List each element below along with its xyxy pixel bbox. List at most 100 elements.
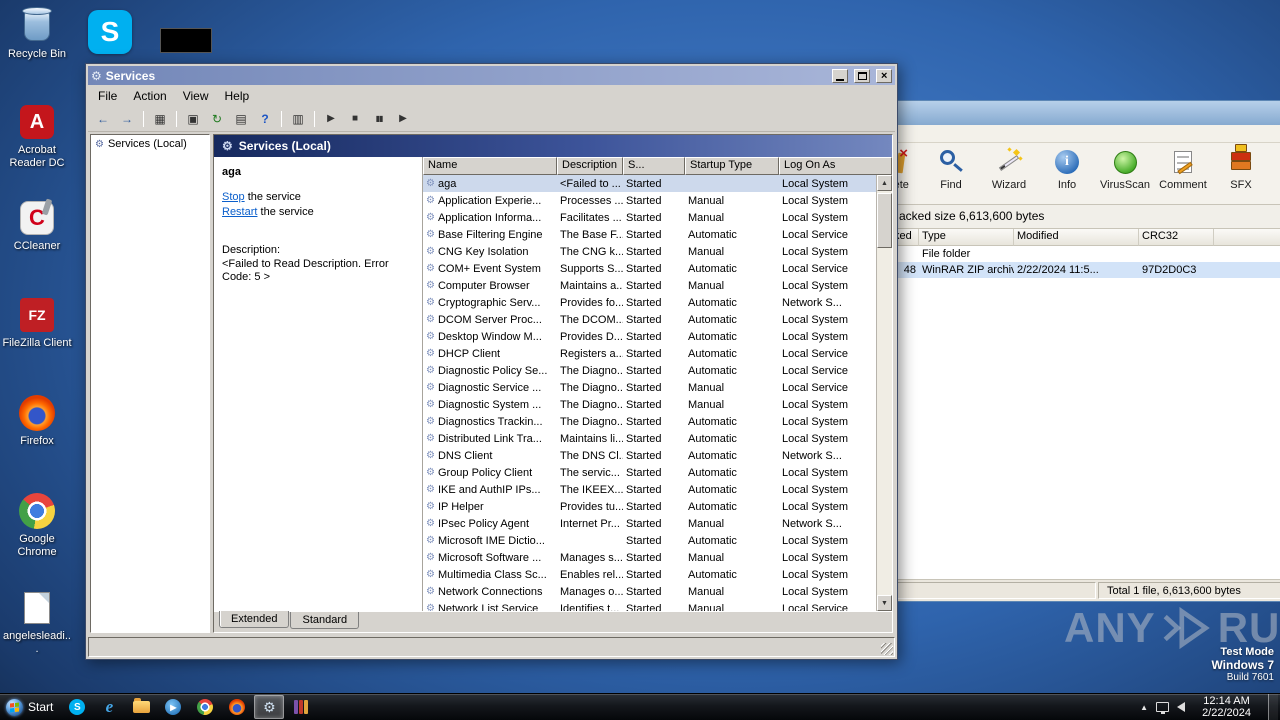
start-button[interactable]: Start: [0, 694, 61, 720]
help-icon[interactable]: ?: [254, 109, 276, 129]
winrar-total-label: Total 1 file, 6,613,600 bytes: [1098, 582, 1280, 599]
export-list-icon[interactable]: ▤: [230, 109, 252, 129]
service-row[interactable]: Microsoft Software ... Manages s... Star…: [423, 549, 876, 566]
scroll-down-icon[interactable]: ▼: [877, 595, 892, 611]
service-row[interactable]: Cryptographic Serv... Provides fo... Sta…: [423, 294, 876, 311]
forward-icon[interactable]: →: [116, 109, 138, 129]
column-crc32[interactable]: CRC32: [1139, 229, 1214, 246]
vertical-scrollbar[interactable]: ▲ ▼: [876, 175, 892, 611]
restart-service-icon[interactable]: ▶: [392, 109, 414, 129]
service-row[interactable]: Application Informa... Facilitates ... S…: [423, 209, 876, 226]
hidden-icons-chevron[interactable]: ▲: [1140, 703, 1148, 712]
close-button[interactable]: ×: [876, 68, 892, 83]
comment-button[interactable]: Comment: [1154, 143, 1212, 204]
console-window[interactable]: [160, 28, 212, 53]
find-button[interactable]: Find: [922, 143, 980, 204]
service-row[interactable]: Diagnostic Policy Se... The Diagno... St…: [423, 362, 876, 379]
service-row[interactable]: Computer Browser Maintains a... Started …: [423, 277, 876, 294]
column-name[interactable]: Name: [423, 157, 557, 175]
service-row[interactable]: DHCP Client Registers a... Started Autom…: [423, 345, 876, 362]
services-titlebar[interactable]: ⚙ Services ×: [88, 66, 895, 85]
service-row[interactable]: Network List Service Identifies t... Sta…: [423, 600, 876, 612]
taskbar-firefox-icon[interactable]: [222, 695, 252, 719]
desktop-icon-ccleaner[interactable]: C CCleaner: [2, 198, 72, 253]
scroll-up-icon[interactable]: ▲: [877, 175, 892, 191]
restart-service-link[interactable]: Restart: [222, 206, 257, 218]
service-row[interactable]: IP Helper Provides tu... Started Automat…: [423, 498, 876, 515]
tab-standard[interactable]: Standard: [290, 612, 360, 629]
desktop-icon-recycle-bin[interactable]: Recycle Bin: [2, 6, 72, 61]
service-row[interactable]: Base Filtering Engine The Base F... Star…: [423, 226, 876, 243]
column-status[interactable]: S...: [623, 157, 685, 175]
desktop-icon-chrome[interactable]: Google Chrome: [2, 491, 72, 559]
desktop-icon-acrobat[interactable]: A Acrobat Reader DC: [2, 102, 72, 170]
start-service-icon[interactable]: ▶: [320, 109, 342, 129]
service-row[interactable]: Microsoft IME Dictio... Started Automati…: [423, 532, 876, 549]
show-desktop-button[interactable]: [1268, 694, 1278, 720]
wizard-button[interactable]: Wizard: [980, 143, 1038, 204]
service-row[interactable]: Multimedia Class Sc... Enables rel... St…: [423, 566, 876, 583]
skype-icon[interactable]: S: [88, 10, 132, 54]
tree-item-services-local[interactable]: ⚙ Services (Local): [91, 135, 209, 153]
service-row[interactable]: Group Policy Client The servic... Starte…: [423, 464, 876, 481]
service-row[interactable]: aga <Failed to ... Started Local System: [423, 175, 876, 192]
taskbar-skype-icon[interactable]: S: [62, 695, 92, 719]
service-status: Started: [626, 296, 662, 309]
desktop-icon-firefox[interactable]: Firefox: [2, 393, 72, 448]
taskbar-services-icon[interactable]: ⚙: [254, 695, 285, 719]
back-icon[interactable]: ←: [92, 109, 114, 129]
pause-service-icon[interactable]: ▮▮: [368, 109, 390, 129]
properties-icon[interactable]: ▣: [182, 109, 204, 129]
menu-help[interactable]: Help: [217, 86, 258, 106]
service-row[interactable]: DNS Client The DNS Cl... Started Automat…: [423, 447, 876, 464]
taskbar-clock[interactable]: 12:14 AM 2/22/2024: [1193, 695, 1260, 719]
sfx-button[interactable]: SFX: [1212, 143, 1270, 204]
column-log-on-as[interactable]: Log On As: [779, 157, 892, 175]
service-row[interactable]: Diagnostic System ... The Diagno... Star…: [423, 396, 876, 413]
tab-extended[interactable]: Extended: [219, 611, 290, 628]
service-row[interactable]: Network Connections Manages o... Started…: [423, 583, 876, 600]
service-row[interactable]: Diagnostics Trackin... The Diagno... Sta…: [423, 413, 876, 430]
service-row[interactable]: IKE and AuthIP IPs... The IKEEX... Start…: [423, 481, 876, 498]
extended-view-icon[interactable]: ▥: [287, 109, 309, 129]
minimize-button[interactable]: [832, 68, 848, 83]
column-description[interactable]: Description: [557, 157, 623, 175]
service-row[interactable]: Distributed Link Tra... Maintains li... …: [423, 430, 876, 447]
stop-service-icon[interactable]: ■: [344, 109, 366, 129]
volume-icon[interactable]: [1177, 702, 1186, 712]
service-row[interactable]: Desktop Window M... Provides D... Starte…: [423, 328, 876, 345]
service-row[interactable]: Application Experie... Processes ... Sta…: [423, 192, 876, 209]
menu-view[interactable]: View: [175, 86, 217, 106]
network-icon[interactable]: [1156, 702, 1170, 714]
column-startup-type[interactable]: Startup Type: [685, 157, 779, 175]
virusscan-button[interactable]: VirusScan: [1096, 143, 1154, 204]
service-row[interactable]: DCOM Server Proc... The DCOM... Started …: [423, 311, 876, 328]
refresh-icon[interactable]: ↻: [206, 109, 228, 129]
taskbar-winrar-icon[interactable]: [286, 695, 316, 719]
resize-grip[interactable]: [881, 643, 893, 655]
service-status: Started: [626, 177, 662, 190]
service-description: Identifies t...: [560, 602, 620, 612]
taskbar-explorer-icon[interactable]: [126, 695, 156, 719]
desktop-icon-document[interactable]: angelesleadi...: [2, 588, 72, 656]
stop-service-link[interactable]: Stop: [222, 191, 245, 203]
service-row[interactable]: Diagnostic Service ... The Diagno... Sta…: [423, 379, 876, 396]
service-row[interactable]: IPsec Policy Agent Internet Pr... Starte…: [423, 515, 876, 532]
taskbar-chrome-icon[interactable]: [190, 695, 220, 719]
menu-file[interactable]: File: [90, 86, 125, 106]
service-status: Started: [626, 194, 662, 207]
show-hide-console-tree-icon[interactable]: ▦: [149, 109, 171, 129]
taskbar-wmp-icon[interactable]: ▶: [158, 695, 188, 719]
service-row[interactable]: CNG Key Isolation The CNG k... Started M…: [423, 243, 876, 260]
taskbar-ie-icon[interactable]: e: [94, 695, 124, 719]
desktop-icon-filezilla[interactable]: FZ FileZilla Client: [2, 295, 72, 350]
info-button[interactable]: i Info: [1038, 143, 1096, 204]
service-name: Network Connections: [423, 586, 557, 598]
column-modified[interactable]: Modified: [1014, 229, 1139, 246]
service-name: Diagnostic Policy Se...: [423, 365, 557, 377]
column-type[interactable]: Type: [919, 229, 1014, 246]
service-row[interactable]: COM+ Event System Supports S... Started …: [423, 260, 876, 277]
menu-action[interactable]: Action: [125, 86, 174, 106]
scrollbar-thumb[interactable]: [877, 193, 892, 248]
maximize-button[interactable]: [854, 68, 870, 83]
